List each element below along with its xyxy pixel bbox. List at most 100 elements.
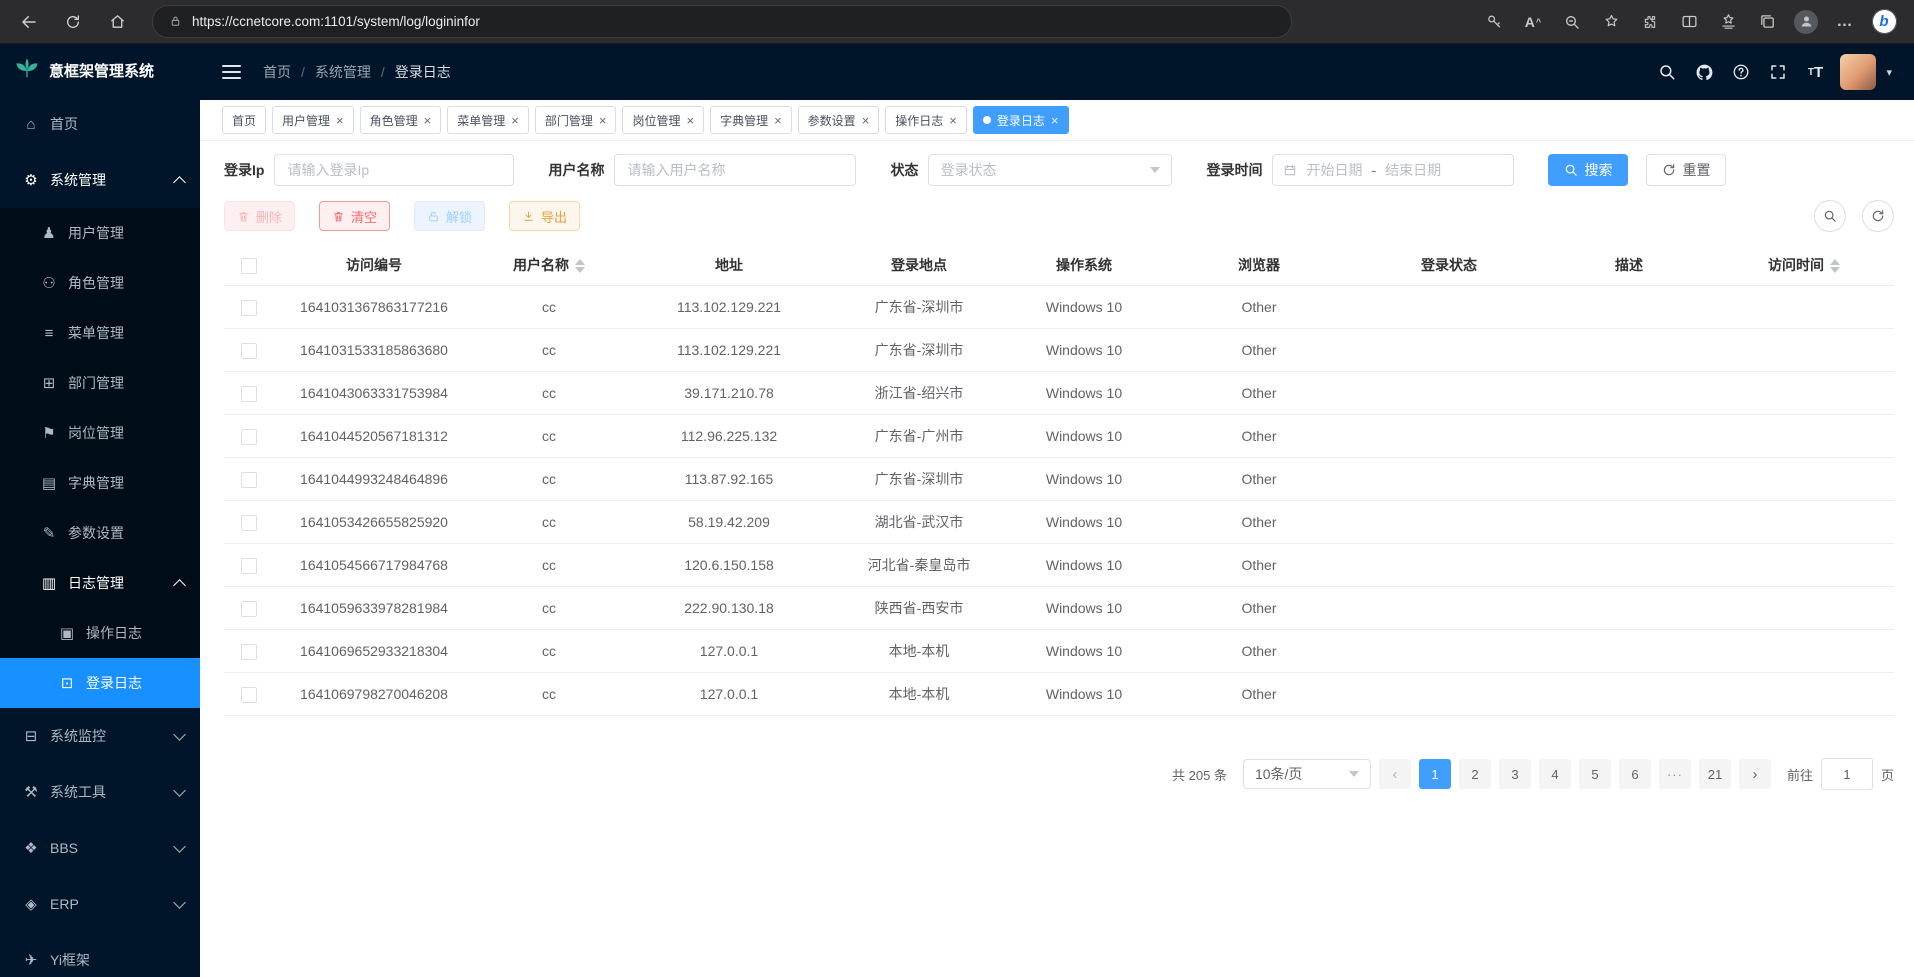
browser-back-button[interactable]: [14, 8, 44, 36]
sidebar-item-login-log[interactable]: ⊡登录日志: [0, 658, 200, 708]
sidebar-item-bbs[interactable]: ❖BBS: [0, 820, 200, 876]
tab-岗位管理[interactable]: 岗位管理×: [622, 106, 704, 134]
tab-close-icon[interactable]: ×: [949, 114, 957, 127]
sidebar-item-system-management[interactable]: ⚙系统管理: [0, 152, 200, 208]
row-checkbox[interactable]: [241, 558, 257, 574]
browser-refresh-button[interactable]: [58, 8, 88, 36]
reset-button[interactable]: 重置: [1646, 154, 1726, 186]
sidebar-item-dict-management[interactable]: ▤字典管理: [0, 458, 200, 508]
clear-button[interactable]: 清空: [319, 201, 390, 231]
tab-参数设置[interactable]: 参数设置×: [798, 106, 880, 134]
sort-asc-icon[interactable]: [1830, 259, 1840, 265]
sort-desc-icon[interactable]: [575, 267, 585, 273]
page-button-6[interactable]: 6: [1619, 759, 1651, 789]
sidebar-item-log-management[interactable]: ▥日志管理: [0, 558, 200, 608]
row-checkbox[interactable]: [241, 644, 257, 660]
tab-首页[interactable]: 首页: [222, 106, 266, 134]
page-size-select[interactable]: 10条/页: [1243, 759, 1371, 789]
browser-more-icon[interactable]: …: [1829, 8, 1861, 36]
page-button-5[interactable]: 5: [1579, 759, 1611, 789]
sidebar-item-param-settings[interactable]: ✎参数设置: [0, 508, 200, 558]
delete-button[interactable]: 删除: [224, 201, 295, 231]
address-bar[interactable]: https://ccnetcore.com:1101/system/log/lo…: [152, 5, 1292, 38]
tab-close-icon[interactable]: ×: [686, 114, 694, 127]
help-icon[interactable]: [1729, 60, 1753, 84]
zoom-out-icon[interactable]: [1556, 8, 1588, 36]
tab-菜单管理[interactable]: 菜单管理×: [447, 106, 529, 134]
date-range-picker[interactable]: 开始日期 - 结束日期: [1272, 154, 1514, 186]
row-checkbox[interactable]: [241, 429, 257, 445]
user-name-input[interactable]: [614, 154, 856, 186]
user-avatar[interactable]: [1840, 54, 1876, 90]
row-checkbox[interactable]: [241, 386, 257, 402]
breadcrumb-item[interactable]: 首页: [263, 62, 291, 82]
breadcrumb-item[interactable]: 系统管理: [315, 62, 371, 82]
page-button-3[interactable]: 3: [1499, 759, 1531, 789]
sort-desc-icon[interactable]: [1830, 267, 1840, 273]
more-pages-button[interactable]: ···: [1659, 759, 1691, 789]
unlock-button[interactable]: 解锁: [414, 201, 485, 231]
page-button-21[interactable]: 21: [1699, 759, 1731, 789]
row-checkbox[interactable]: [241, 687, 257, 703]
sidebar-item-role-management[interactable]: ⚇角色管理: [0, 258, 200, 308]
sidebar-item-system-monitor[interactable]: ⊟系统监控: [0, 708, 200, 764]
tab-close-icon[interactable]: ×: [511, 114, 519, 127]
github-icon[interactable]: [1692, 60, 1716, 84]
prev-page-button[interactable]: ‹: [1379, 759, 1411, 789]
row-checkbox[interactable]: [241, 601, 257, 617]
copilot-icon[interactable]: b: [1868, 8, 1900, 36]
browser-profile-avatar[interactable]: [1790, 8, 1822, 36]
browser-home-button[interactable]: [102, 8, 132, 36]
split-screen-icon[interactable]: [1673, 8, 1705, 36]
row-checkbox[interactable]: [241, 515, 257, 531]
row-checkbox[interactable]: [241, 472, 257, 488]
favorites-bar-icon[interactable]: [1712, 8, 1744, 36]
sort-asc-icon[interactable]: [575, 259, 585, 265]
show-search-toggle-button[interactable]: [1814, 200, 1846, 232]
tab-close-icon[interactable]: ×: [424, 114, 432, 127]
sidebar-item-operation-log[interactable]: ▣操作日志: [0, 608, 200, 658]
extensions-puzzle-icon[interactable]: [1634, 8, 1666, 36]
tab-close-icon[interactable]: ×: [774, 114, 782, 127]
select-all-checkbox[interactable]: [241, 258, 257, 274]
status-select[interactable]: 登录状态: [928, 154, 1172, 186]
row-checkbox[interactable]: [241, 300, 257, 316]
tab-操作日志[interactable]: 操作日志×: [885, 106, 967, 134]
password-key-icon[interactable]: [1478, 8, 1510, 36]
collections-icon[interactable]: [1751, 8, 1783, 36]
sidebar-item-system-tools[interactable]: ⚒系统工具: [0, 764, 200, 820]
tab-用户管理[interactable]: 用户管理×: [272, 106, 354, 134]
sidebar-item-menu-management[interactable]: ≡菜单管理: [0, 308, 200, 358]
tab-close-icon[interactable]: ×: [1051, 114, 1059, 127]
tab-字典管理[interactable]: 字典管理×: [710, 106, 792, 134]
page-button-1[interactable]: 1: [1419, 759, 1451, 789]
tab-登录日志[interactable]: 登录日志×: [973, 106, 1069, 134]
goto-page-input[interactable]: [1821, 758, 1873, 790]
breadcrumb-item[interactable]: 登录日志: [395, 62, 451, 82]
sidebar-collapse-icon[interactable]: [222, 65, 241, 79]
font-size-icon[interactable]: TT: [1803, 60, 1827, 84]
next-page-button[interactable]: ›: [1739, 759, 1771, 789]
tab-close-icon[interactable]: ×: [862, 114, 870, 127]
tab-角色管理[interactable]: 角色管理×: [360, 106, 442, 134]
row-checkbox[interactable]: [241, 343, 257, 359]
sidebar-item-post-management[interactable]: ⚑岗位管理: [0, 408, 200, 458]
read-aloud-icon[interactable]: A^: [1517, 8, 1549, 36]
page-button-4[interactable]: 4: [1539, 759, 1571, 789]
tab-close-icon[interactable]: ×: [599, 114, 607, 127]
sidebar-item-yi-framework[interactable]: ✈Yi框架: [0, 932, 200, 977]
sidebar-item-dept-management[interactable]: ⊞部门管理: [0, 358, 200, 408]
refresh-table-button[interactable]: [1862, 200, 1894, 232]
tab-close-icon[interactable]: ×: [336, 114, 344, 127]
page-button-2[interactable]: 2: [1459, 759, 1491, 789]
favorites-star-icon[interactable]: [1595, 8, 1627, 36]
sidebar-item-home[interactable]: ⌂首页: [0, 96, 200, 152]
login-ip-input[interactable]: [274, 154, 514, 186]
avatar-caret-icon[interactable]: ▾: [1886, 66, 1892, 79]
search-button[interactable]: 搜索: [1548, 154, 1628, 186]
sidebar-item-erp[interactable]: ◈ERP: [0, 876, 200, 932]
export-button[interactable]: 导出: [509, 201, 580, 231]
tab-部门管理[interactable]: 部门管理×: [535, 106, 617, 134]
fullscreen-icon[interactable]: [1766, 60, 1790, 84]
sidebar-item-user-management[interactable]: ♟用户管理: [0, 208, 200, 258]
